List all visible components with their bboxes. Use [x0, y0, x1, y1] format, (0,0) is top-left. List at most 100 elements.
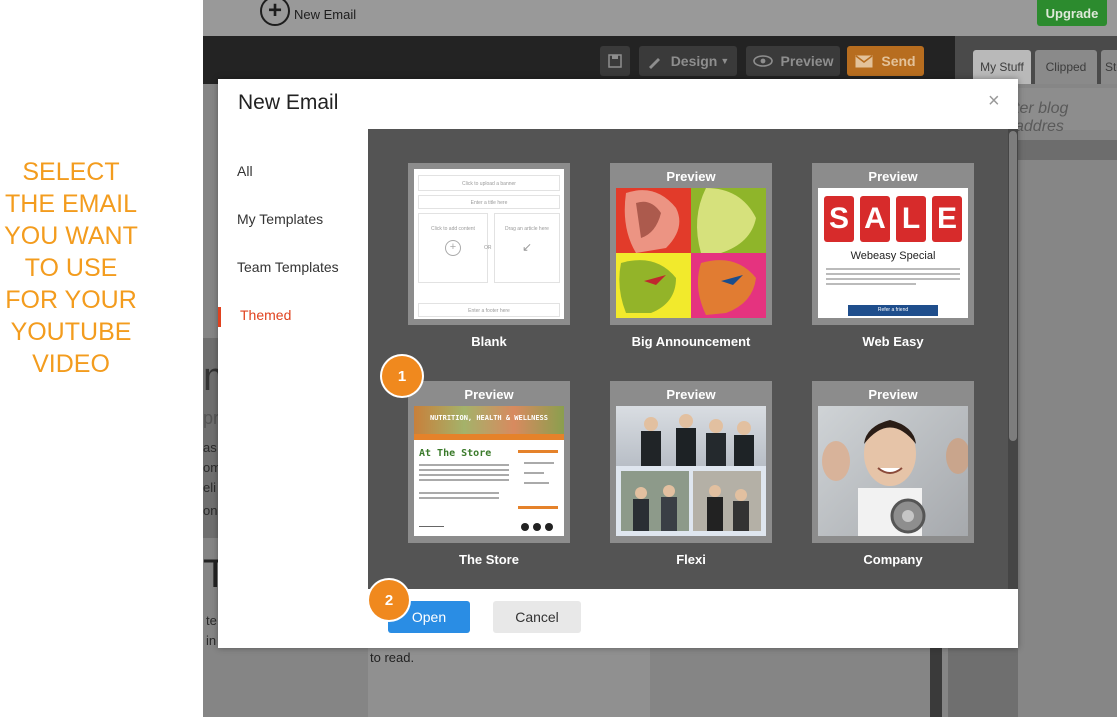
face-silhouette-image [619, 260, 676, 313]
text-line [524, 472, 544, 474]
drag-article-text: Drag an article here [505, 226, 549, 232]
sidebar-item-team-templates[interactable]: Team Templates [237, 259, 339, 275]
text-line [826, 273, 960, 275]
meeting-photo [693, 471, 761, 531]
preview-label: Preview [666, 169, 716, 184]
refer-friend-button: Refer a friend [848, 305, 938, 316]
preview-label: Preview [464, 387, 514, 402]
orange-divider [414, 434, 564, 440]
editor-toolbar: Design ▼ Preview Send [203, 36, 955, 84]
sidebar-bar [518, 506, 558, 509]
text-line [419, 479, 509, 481]
upgrade-button[interactable]: Upgrade [1037, 0, 1107, 26]
design-button[interactable]: Design ▼ [639, 46, 737, 76]
image-quadrant [616, 253, 691, 318]
banner-placeholder: Click to upload a banner [418, 175, 560, 191]
sidebar-tab-bar: My Stuff Clipped Sto [955, 36, 1117, 84]
sale-tag: A [860, 196, 890, 242]
business-people-image [707, 485, 749, 531]
blank-template-preview: Click to upload a banner Enter a title h… [414, 169, 564, 319]
face-silhouette-image [697, 260, 756, 315]
meeting-photo [621, 471, 689, 531]
text-line [826, 283, 916, 285]
preview-label: Preview [868, 169, 918, 184]
team-photo [616, 406, 766, 466]
new-email-link[interactable]: + New Email [260, 0, 356, 28]
template-name: The Store [459, 552, 519, 567]
content-placeholder: Click to add content + [418, 213, 488, 283]
step-badge-1: 1 [382, 356, 422, 396]
store-heading: At The Store [419, 448, 492, 459]
flexi-preview [616, 406, 766, 536]
image-quadrant [616, 188, 691, 253]
brush-icon [648, 58, 660, 69]
sidebar-item-my-templates[interactable]: My Templates [237, 211, 323, 227]
sidebar-item-themed[interactable]: Themed [240, 307, 291, 323]
face-silhouette-image [624, 190, 680, 253]
right-panel-header [1018, 140, 1117, 160]
save-button[interactable] [600, 46, 630, 76]
sidebar-item-all[interactable]: All [237, 163, 253, 179]
banner-title: NUTRITION, HEALTH & WELLNESS [429, 414, 548, 422]
annotation-line: YOU WANT [4, 222, 138, 250]
new-email-label: New Email [294, 6, 357, 22]
article-placeholder: Drag an article here ↙ [494, 213, 560, 283]
envelope-icon [855, 54, 873, 67]
new-email-dialog: New Email × All My Templates Team Templa… [218, 79, 1018, 648]
gallery-scrollbar-thumb[interactable] [1009, 131, 1017, 441]
sale-tag: E [932, 196, 962, 242]
body-text-fragment: to read. [370, 650, 415, 665]
image-quadrant [691, 188, 766, 253]
cancel-button[interactable]: Cancel [493, 601, 581, 633]
company-preview [818, 406, 968, 536]
annotation-line: YOUTUBE [10, 318, 132, 346]
paragraph-fragment: te in [206, 611, 217, 651]
editor-scrollbar[interactable] [930, 640, 942, 717]
text-line [419, 497, 499, 499]
template-category-sidebar: All My Templates Team Templates Themed [218, 129, 369, 648]
text-fragment: te [206, 613, 217, 628]
text-fragment: in [206, 633, 217, 648]
plus-circle-icon: + [260, 0, 290, 26]
active-indicator [218, 307, 221, 327]
close-icon[interactable]: × [988, 90, 1000, 113]
tab-clipped[interactable]: Clipped [1035, 50, 1097, 84]
image-quadrant [691, 253, 766, 318]
sale-tag: S [824, 196, 854, 242]
footer-placeholder: Enter a footer here [418, 303, 560, 317]
template-gallery: Click to upload a banner Enter a title h… [368, 129, 1018, 589]
step-badge-2: 2 [369, 580, 409, 620]
signature-image [419, 518, 444, 527]
annotation-line: THE EMAIL [5, 190, 137, 218]
tab-stock[interactable]: Sto [1101, 50, 1117, 84]
text-line [419, 474, 509, 476]
the-store-preview: NUTRITION, HEALTH & WELLNESS At The Stor… [414, 406, 564, 536]
web-easy-preview: S A L E Webeasy Special Refer a friend [818, 188, 968, 318]
social-icon [545, 523, 553, 531]
eye-icon [752, 55, 773, 67]
text-line [419, 469, 509, 471]
social-icon [533, 523, 541, 531]
design-label: Design [670, 53, 718, 69]
dialog-title: New Email [238, 91, 339, 114]
text-line [419, 492, 499, 494]
dialog-footer: Open Cancel [368, 589, 1018, 648]
send-button[interactable]: Send [847, 46, 924, 76]
annotation-line: VIDEO [32, 350, 110, 378]
text-line [826, 268, 960, 270]
add-content-text: Click to add content [431, 226, 475, 232]
blog-address-placeholder: ter blog addres [1015, 100, 1069, 135]
template-name: Company [863, 552, 923, 567]
template-name: Web Easy [862, 334, 924, 349]
sale-tag: L [896, 196, 926, 242]
title-placeholder: Enter a title here [418, 195, 560, 209]
text-line [524, 482, 549, 484]
sidebar-bar [518, 450, 558, 453]
smiling-worker-image [822, 420, 968, 536]
annotation-line: SELECT [22, 158, 120, 186]
preview-button[interactable]: Preview [746, 46, 840, 76]
text-line [826, 278, 960, 280]
business-people-image [633, 485, 677, 531]
template-name: Flexi [676, 552, 706, 567]
business-people-image [641, 414, 754, 466]
